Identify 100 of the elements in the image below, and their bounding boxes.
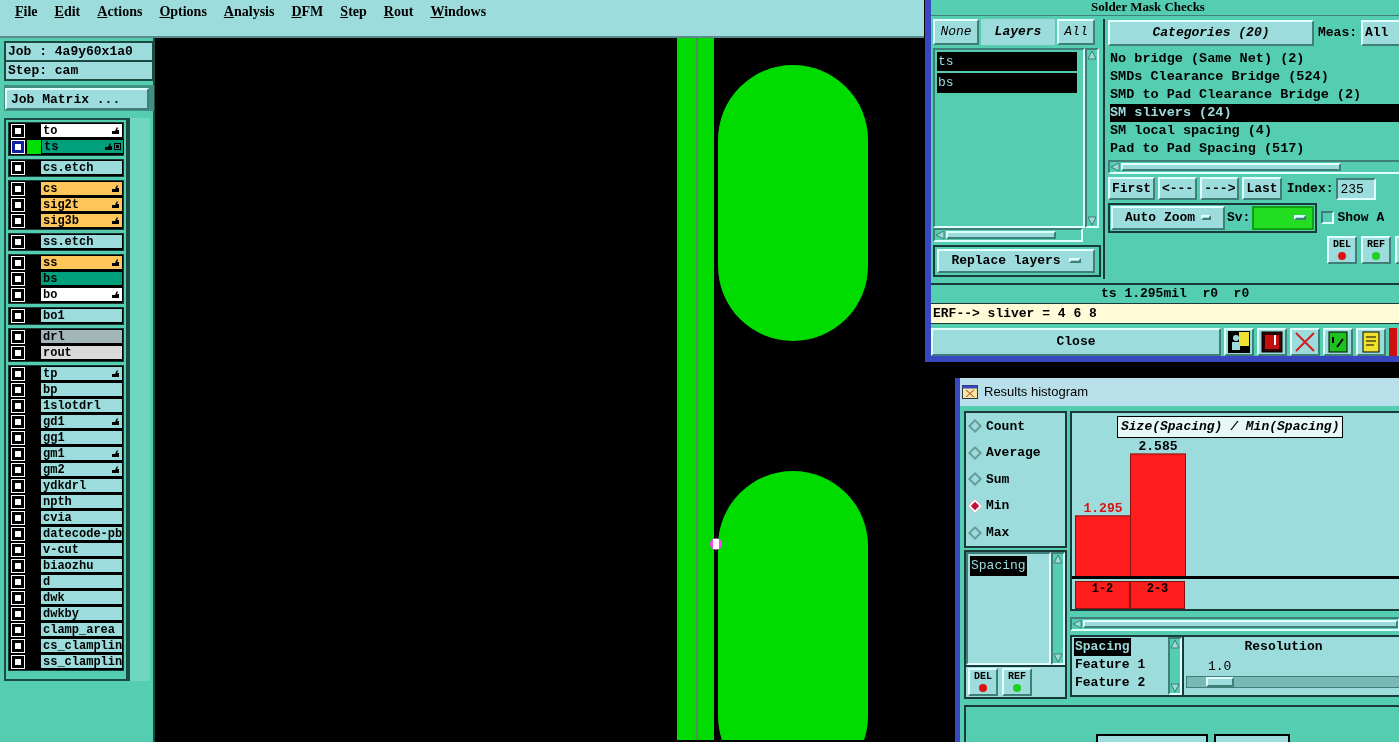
- arrow-down-icon[interactable]: [1087, 215, 1097, 226]
- document-icon[interactable]: [1323, 328, 1353, 356]
- arrow-left-icon[interactable]: [935, 229, 945, 240]
- mode-radio[interactable]: Sum: [970, 469, 1065, 490]
- layer-select-button[interactable]: [12, 560, 24, 572]
- layer-name[interactable]: bo: [40, 287, 123, 302]
- layer-item[interactable]: bs: [937, 73, 1077, 93]
- layer-select-button[interactable]: [12, 576, 24, 588]
- index-field[interactable]: 235: [1336, 177, 1377, 200]
- layer-name[interactable]: sig2t: [40, 197, 123, 212]
- layer-select-button[interactable]: [12, 183, 24, 195]
- person-icon[interactable]: [1224, 328, 1254, 356]
- layer-name[interactable]: ss.etch: [40, 234, 123, 249]
- zoom-mode-menu[interactable]: Auto Zoom: [1111, 205, 1225, 230]
- layer-name[interactable]: drl: [40, 329, 123, 344]
- layer-select-button[interactable]: [12, 528, 24, 540]
- category-item[interactable]: SM slivers (24): [1110, 103, 1399, 122]
- layer-name[interactable]: dwkby: [40, 606, 123, 621]
- category-item[interactable]: No bridge (Same Net) (2): [1110, 49, 1399, 68]
- layer-name[interactable]: cs.etch: [40, 160, 123, 175]
- menu-item[interactable]: Analysis: [223, 1, 275, 22]
- layer-name[interactable]: ydkdrl: [40, 478, 123, 493]
- arrow-up-icon[interactable]: [1053, 554, 1063, 564]
- crossed-out-icon[interactable]: [1290, 328, 1320, 356]
- layer-select-button[interactable]: [12, 512, 24, 524]
- layer-select-button[interactable]: [12, 257, 24, 269]
- layer-name[interactable]: ss_clamplin: [40, 654, 123, 669]
- mode-radio[interactable]: Max: [970, 522, 1065, 543]
- layer-select-button[interactable]: [12, 289, 24, 301]
- layer-select-button[interactable]: [12, 448, 24, 460]
- layer-select-button[interactable]: [12, 162, 24, 174]
- slider-thumb[interactable]: [1206, 677, 1235, 687]
- category-item[interactable]: SMDs Clearance Bridge (524): [1110, 67, 1399, 86]
- reference-button[interactable]: REF: [1361, 235, 1391, 264]
- layer-select-button[interactable]: [12, 236, 24, 248]
- mode-radio[interactable]: Min: [970, 496, 1065, 516]
- layer-select-button[interactable]: [12, 141, 24, 153]
- layer-name[interactable]: sig3b: [40, 213, 123, 228]
- field-item[interactable]: Feature 1: [1074, 656, 1147, 674]
- replace-layers-menu[interactable]: Replace layers: [937, 248, 1095, 273]
- menu-item[interactable]: Windows: [430, 1, 487, 22]
- layer-name[interactable]: gd1: [40, 414, 123, 429]
- layer-select-button[interactable]: [12, 384, 24, 396]
- layer-name[interactable]: gm2: [40, 462, 123, 477]
- layer-name[interactable]: d: [40, 574, 123, 589]
- layer-item[interactable]: ts: [937, 51, 1077, 72]
- layer-name[interactable]: ss: [40, 255, 123, 270]
- layer-select-button[interactable]: [12, 624, 24, 636]
- layer-select-button[interactable]: [12, 368, 24, 380]
- field-item[interactable]: Feature 2: [1074, 674, 1147, 692]
- layer-name[interactable]: cvia: [40, 510, 123, 525]
- layer-select-button[interactable]: [12, 199, 24, 211]
- layer-select-button[interactable]: [12, 656, 24, 668]
- layer-name[interactable]: cs: [40, 181, 123, 196]
- menu-item[interactable]: DFM: [291, 1, 324, 22]
- arrow-down-icon[interactable]: [1170, 683, 1180, 693]
- layer-select-button[interactable]: [12, 544, 24, 556]
- layer-select-button[interactable]: [12, 480, 24, 492]
- vertical-scrollbar[interactable]: [1051, 552, 1065, 665]
- stop-icon[interactable]: [1257, 328, 1287, 356]
- horizontal-scrollbar[interactable]: [1070, 617, 1399, 631]
- layer-name[interactable]: bp: [40, 382, 123, 397]
- menu-item[interactable]: Edit: [54, 1, 81, 22]
- mode-radio[interactable]: Count: [970, 416, 1065, 437]
- meas-button[interactable]: All: [1361, 19, 1399, 46]
- arrow-left-icon[interactable]: [1072, 619, 1082, 629]
- field-item[interactable]: Spacing: [1074, 638, 1131, 656]
- navigation-button[interactable]: <---: [1158, 177, 1198, 201]
- navigation-button[interactable]: Last: [1242, 177, 1282, 201]
- layer-name[interactable]: rout: [40, 345, 123, 360]
- layer-name[interactable]: gg1: [40, 430, 123, 445]
- notes-icon[interactable]: [1356, 328, 1386, 356]
- layer-name[interactable]: to: [40, 123, 123, 138]
- layer-select-button[interactable]: [12, 400, 24, 412]
- arrow-up-icon[interactable]: [1087, 49, 1097, 60]
- layer-select-button[interactable]: [12, 310, 24, 322]
- layer-select-button[interactable]: [12, 125, 24, 137]
- category-item[interactable]: SMD to Pad Clearance Bridge (2): [1110, 85, 1399, 104]
- layer-select-button[interactable]: [12, 640, 24, 652]
- layer-name[interactable]: clamp_area: [40, 622, 123, 637]
- job-matrix-button[interactable]: Job Matrix ...: [5, 88, 149, 110]
- layer-name[interactable]: tp: [40, 366, 123, 381]
- vertical-scrollbar[interactable]: [1085, 47, 1099, 228]
- arrow-up-icon[interactable]: [1170, 639, 1180, 649]
- layer-name[interactable]: v-cut: [40, 542, 123, 557]
- all-button[interactable]: All: [1057, 18, 1095, 45]
- menu-item[interactable]: Options: [159, 1, 207, 22]
- close-button[interactable]: Close: [931, 328, 1221, 356]
- none-button[interactable]: None: [933, 18, 979, 45]
- layer-name[interactable]: gm1: [40, 446, 123, 461]
- reference-button[interactable]: REF: [1002, 668, 1032, 696]
- layer-select-button[interactable]: [12, 273, 24, 285]
- menu-item[interactable]: Step: [340, 1, 367, 22]
- menu-item[interactable]: Rout: [383, 1, 414, 22]
- category-item[interactable]: Pad to Pad Spacing (517): [1110, 139, 1399, 158]
- layer-name[interactable]: cs_clamplin: [40, 638, 123, 653]
- layer-name[interactable]: npth: [40, 494, 123, 509]
- sv-color-menu[interactable]: [1252, 205, 1315, 230]
- layer-select-button[interactable]: [12, 432, 24, 444]
- layer-name[interactable]: 1slotdrl: [40, 398, 123, 413]
